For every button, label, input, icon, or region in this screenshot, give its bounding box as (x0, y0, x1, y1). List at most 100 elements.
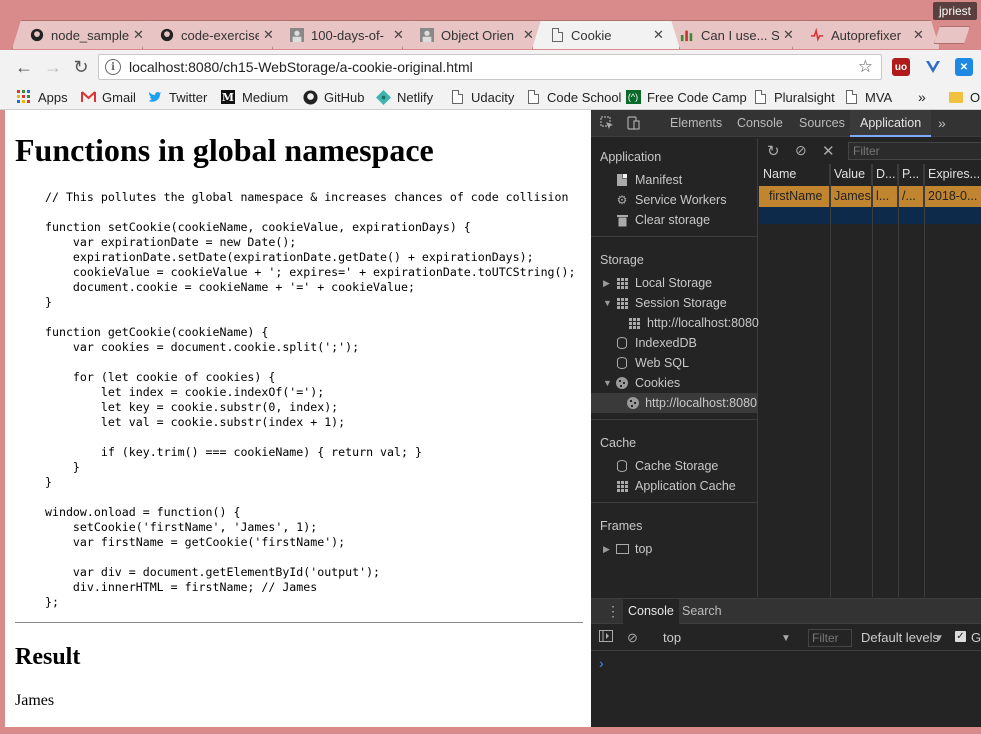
page-icon (752, 89, 768, 105)
document-icon (615, 173, 629, 187)
delete-selected-icon[interactable]: ✕ (822, 142, 835, 160)
device-toolbar-icon[interactable] (625, 115, 641, 131)
checkbox-icon[interactable]: ✓ (955, 631, 966, 642)
bookmark-gmail[interactable]: Gmail (80, 87, 136, 107)
devtools-tab-console[interactable]: Console (737, 110, 783, 137)
divider (591, 419, 758, 420)
apps-grid-icon (16, 89, 32, 105)
sidebar-item-websql[interactable]: Web SQL (615, 353, 689, 373)
bookmark-twitter[interactable]: Twitter (147, 87, 207, 107)
refresh-icon[interactable]: ↻ (767, 142, 780, 160)
address-bar[interactable]: i localhost:8080/ch15-WebStorage/a-cooki… (98, 54, 882, 80)
clear-all-icon[interactable]: ⊘ (795, 142, 807, 159)
column-header[interactable]: Value (830, 164, 872, 185)
sidebar-item-session-origin[interactable]: http://localhost:8080 (627, 313, 759, 333)
bookmark-star-icon[interactable]: ☆ (858, 57, 873, 77)
profile-button[interactable]: jpriest (932, 2, 977, 20)
collapse-arrow-icon[interactable]: ▼ (603, 373, 613, 393)
tab-cookie[interactable]: Cookie ✕ (532, 20, 680, 49)
column-header[interactable]: Name (759, 164, 830, 185)
close-icon[interactable]: ✕ (263, 27, 275, 43)
sidebar-item-manifest[interactable]: Manifest (615, 170, 682, 190)
reload-button[interactable]: ↻ (70, 56, 92, 78)
sidebar-item-local-storage[interactable]: ▶ Local Storage (603, 273, 712, 293)
bookmark-pluralsight[interactable]: Pluralsight (752, 87, 835, 107)
inspect-element-icon[interactable] (599, 115, 615, 131)
tab-100-days[interactable]: 100-days-of- ✕ (272, 20, 420, 49)
console-sidebar-icon[interactable] (599, 630, 613, 645)
sidebar-item-application-cache[interactable]: Application Cache (615, 476, 736, 496)
site-info-icon[interactable]: i (105, 59, 121, 75)
checkbox-label: G (971, 630, 981, 645)
sidebar-item-clear-storage[interactable]: Clear storage (615, 210, 710, 230)
column-header[interactable]: Expires... (924, 164, 981, 185)
drawer-tab-search[interactable]: Search (677, 599, 727, 624)
bookmark-label: Gmail (102, 89, 136, 105)
tab-code-exercise[interactable]: code-exercise ✕ (142, 20, 290, 49)
expand-arrow-icon[interactable]: ▶ (603, 273, 613, 293)
sidebar-item-indexeddb[interactable]: IndexedDB (615, 333, 697, 353)
console-filter-input[interactable]: Filter (808, 629, 852, 647)
column-header[interactable]: D... (872, 164, 898, 185)
sidebar-item-service-workers[interactable]: ⚙ Service Workers (615, 190, 727, 210)
sidebar-item-cookies-origin[interactable]: http://localhost:8080 (591, 393, 757, 413)
column-divider (924, 164, 925, 597)
tab-label: node_sample (51, 27, 129, 43)
back-button[interactable]: ← (13, 56, 35, 78)
log-levels-dropdown[interactable]: Default levels (861, 630, 939, 645)
tab-can-i-use[interactable]: Can I use... S ✕ (662, 20, 810, 49)
bookmark-free-code-camp[interactable]: (^) Free Code Camp (625, 87, 747, 107)
forward-button[interactable]: → (42, 56, 64, 78)
chevron-down-icon[interactable]: ▼ (934, 633, 944, 644)
bookmark-netlify[interactable]: Netlify (375, 87, 433, 107)
tab-object-oriented[interactable]: Object Orien ✕ (402, 20, 550, 49)
bookmark-udacity[interactable]: Udacity (449, 87, 514, 107)
clear-console-icon[interactable]: ⊘ (627, 630, 638, 646)
sidebar-item-session-storage[interactable]: ▼ Session Storage (603, 293, 727, 313)
devtools-tab-elements[interactable]: Elements (670, 110, 722, 137)
drawer-tab-console[interactable]: Console (623, 599, 679, 624)
bookmarks-more-button[interactable]: » (918, 87, 926, 107)
close-icon[interactable]: ✕ (913, 27, 925, 43)
bookmark-medium[interactable]: M Medium (220, 87, 288, 107)
close-icon[interactable]: ✕ (783, 27, 795, 43)
devtools-more-tabs[interactable]: » (938, 110, 946, 137)
close-icon[interactable]: ✕ (653, 27, 665, 43)
table-row-empty[interactable] (759, 207, 981, 224)
column-divider (830, 164, 831, 597)
new-tab-button[interactable] (934, 26, 970, 44)
close-icon[interactable]: ✕ (523, 27, 535, 43)
tab-node-sample[interactable]: node_sample ✕ (12, 20, 160, 49)
bookmark-github[interactable]: GitHub (302, 87, 364, 107)
bookmark-label: Udacity (471, 89, 515, 105)
trash-icon (615, 213, 629, 227)
bookmark-code-school[interactable]: Code School (525, 87, 621, 107)
close-icon[interactable]: ✕ (393, 27, 405, 43)
chevron-down-icon[interactable]: ▼ (781, 633, 791, 644)
devtools-tab-sources[interactable]: Sources (799, 110, 845, 137)
collapse-arrow-icon[interactable]: ▼ (603, 293, 613, 313)
close-icon[interactable]: ✕ (133, 27, 145, 43)
bookmark-other[interactable]: O (948, 87, 980, 107)
drawer-menu-icon[interactable]: ⋮ (601, 599, 625, 624)
table-row[interactable]: firstName James l... /... 2018-0... (759, 186, 981, 207)
extension-icon[interactable]: ✕ (955, 58, 973, 76)
cookie-filter-input[interactable]: Filter (848, 142, 981, 160)
expand-arrow-icon[interactable]: ▶ (603, 539, 613, 559)
sidebar-item-frame-top[interactable]: ▶ top (603, 539, 652, 559)
ublock-extension-icon[interactable]: uo (892, 58, 910, 76)
sidebar-item-cookies[interactable]: ▼ Cookies (603, 373, 680, 393)
sidebar-item-label: Cache Storage (635, 459, 719, 473)
vue-devtools-extension-icon[interactable] (924, 58, 942, 76)
divider (591, 236, 758, 237)
devtools-tab-application[interactable]: Application (850, 110, 932, 137)
console-prompt-icon[interactable]: › (599, 655, 604, 671)
tab-autoprefixer[interactable]: Autoprefixer ✕ (792, 20, 940, 49)
column-header[interactable]: P... (898, 164, 924, 185)
context-selector[interactable]: top (663, 630, 681, 645)
bookmark-apps[interactable]: Apps (16, 87, 68, 107)
autoprefixer-icon (809, 27, 825, 43)
sidebar-item-cache-storage[interactable]: Cache Storage (615, 456, 718, 476)
bookmark-mva[interactable]: MVA (843, 87, 892, 107)
page-icon (843, 89, 859, 105)
